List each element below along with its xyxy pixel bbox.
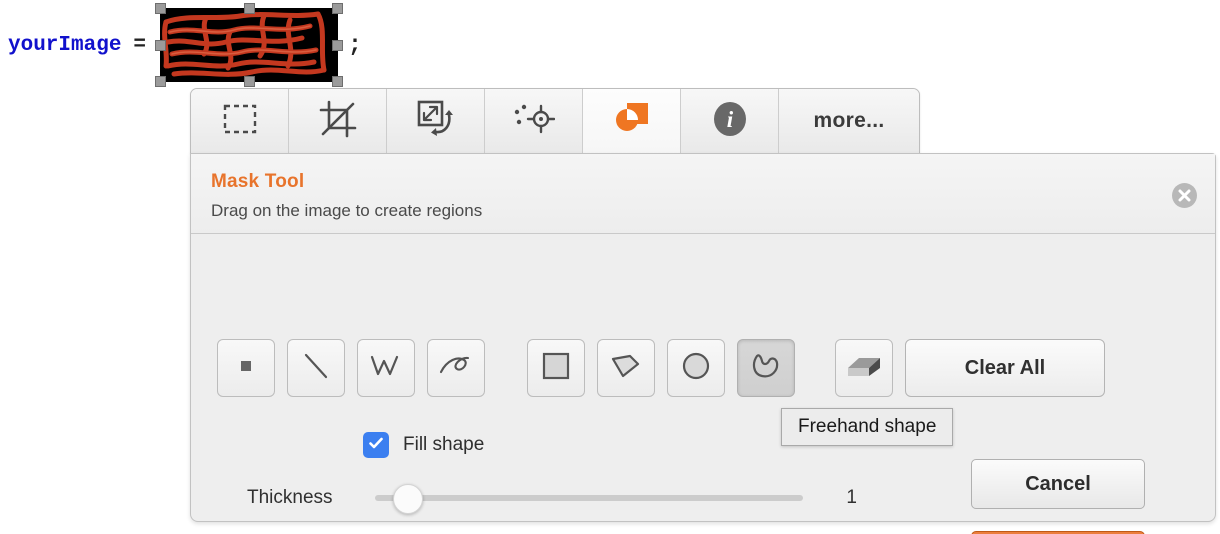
panel-header: Mask Tool Drag on the image to create re… (191, 154, 1215, 234)
code-statement-terminator: ; (348, 32, 362, 58)
shape-tool-ellipse[interactable] (667, 339, 725, 397)
shape-tool-eraser[interactable] (835, 339, 893, 397)
resize-handle-bottom-left[interactable] (155, 76, 167, 87)
resize-handle-middle-left[interactable] (155, 40, 167, 51)
toolbar-button-more-tools[interactable]: more... (779, 89, 919, 153)
toolbar-more-label: more... (813, 109, 885, 132)
panel-subtitle: Drag on the image to create regions (211, 201, 483, 220)
mask-shapes-icon (612, 100, 652, 143)
screenshot-root: yourImage = ; i more... Mask Tool Drag o… (0, 0, 1220, 534)
shape-tool-tooltip: Freehand shape (781, 408, 954, 446)
checkmark-icon (367, 434, 385, 457)
clear-all-label: Clear All (964, 356, 1046, 379)
close-panel-button[interactable] (1172, 183, 1197, 208)
shape-tool-point[interactable] (217, 339, 275, 397)
thickness-value: 1 (846, 487, 857, 508)
toolbar-button-image-info-tool[interactable]: i (681, 89, 779, 153)
crop-icon (319, 100, 357, 143)
fill-shape-checkbox-row[interactable]: Fill shape (363, 432, 484, 458)
diagonal-line-icon (301, 351, 331, 386)
cancel-label: Cancel (1025, 472, 1091, 495)
info-circle-icon: i (711, 100, 749, 143)
fill-shape-label: Fill shape (403, 434, 485, 455)
toolbar-button-mask-tool[interactable] (583, 89, 681, 153)
zigzag-polyline-icon (369, 353, 403, 384)
thickness-slider[interactable] (375, 484, 803, 514)
code-assignment-operator: = (133, 33, 147, 57)
thickness-slider-track[interactable] (375, 495, 803, 501)
resize-handle-bottom-center[interactable] (244, 76, 256, 87)
shape-tool-row: Clear All (217, 339, 1105, 397)
thickness-label: Thickness (247, 487, 333, 508)
resize-handle-middle-right[interactable] (332, 40, 344, 51)
image-tool-toolbar: i more... (190, 88, 920, 154)
freehand-blob-icon (750, 350, 782, 387)
shape-tool-polyline[interactable] (357, 339, 415, 397)
resize-handle-top-center[interactable] (244, 3, 256, 14)
close-circle-icon (1172, 183, 1197, 208)
panel-title: Mask Tool (211, 171, 305, 192)
clear-all-button[interactable]: Clear All (905, 339, 1105, 397)
resize-handle-bottom-right[interactable] (332, 76, 344, 87)
image-thumbnail-selected[interactable] (155, 3, 344, 87)
resize-handle-top-left[interactable] (155, 3, 167, 14)
toolbar-button-selection-tool[interactable] (191, 89, 289, 153)
thickness-slider-row: Thickness 1 (247, 484, 857, 514)
code-expression-line: yourImage = ; (8, 3, 362, 87)
toolbar-button-resize-rotate-tool[interactable] (387, 89, 485, 153)
polygon-icon (610, 352, 642, 385)
eraser-box-icon (845, 352, 883, 385)
point-square-icon (235, 355, 257, 382)
shape-tool-rectangle[interactable] (527, 339, 585, 397)
cancel-button[interactable]: Cancel (971, 459, 1145, 509)
crosshair-dots-icon (513, 102, 555, 141)
toolbar-button-crop-tool[interactable] (289, 89, 387, 153)
freehand-curve-icon (438, 352, 474, 385)
shape-tool-freehand-line[interactable] (427, 339, 485, 397)
toolbar-button-pick-coordinates-tool[interactable] (485, 89, 583, 153)
resize-rotate-icon (416, 99, 456, 144)
dashed-rectangle-icon (223, 104, 257, 139)
image-thumbnail[interactable] (160, 8, 339, 82)
panel-body: Clear All Freehand shape Fill shape Thic… (191, 234, 1215, 534)
shape-tool-line[interactable] (287, 339, 345, 397)
shape-tool-polygon[interactable] (597, 339, 655, 397)
code-variable-name: yourImage (8, 33, 122, 57)
fill-shape-checkbox[interactable] (363, 432, 389, 458)
shape-tool-freehand-shape[interactable] (737, 339, 795, 397)
mask-tool-panel: Mask Tool Drag on the image to create re… (190, 153, 1216, 534)
resize-handle-top-right[interactable] (332, 3, 344, 14)
svg-text:i: i (726, 107, 733, 132)
thickness-slider-thumb[interactable] (393, 484, 423, 514)
square-icon (541, 351, 571, 386)
circle-icon (681, 351, 711, 386)
